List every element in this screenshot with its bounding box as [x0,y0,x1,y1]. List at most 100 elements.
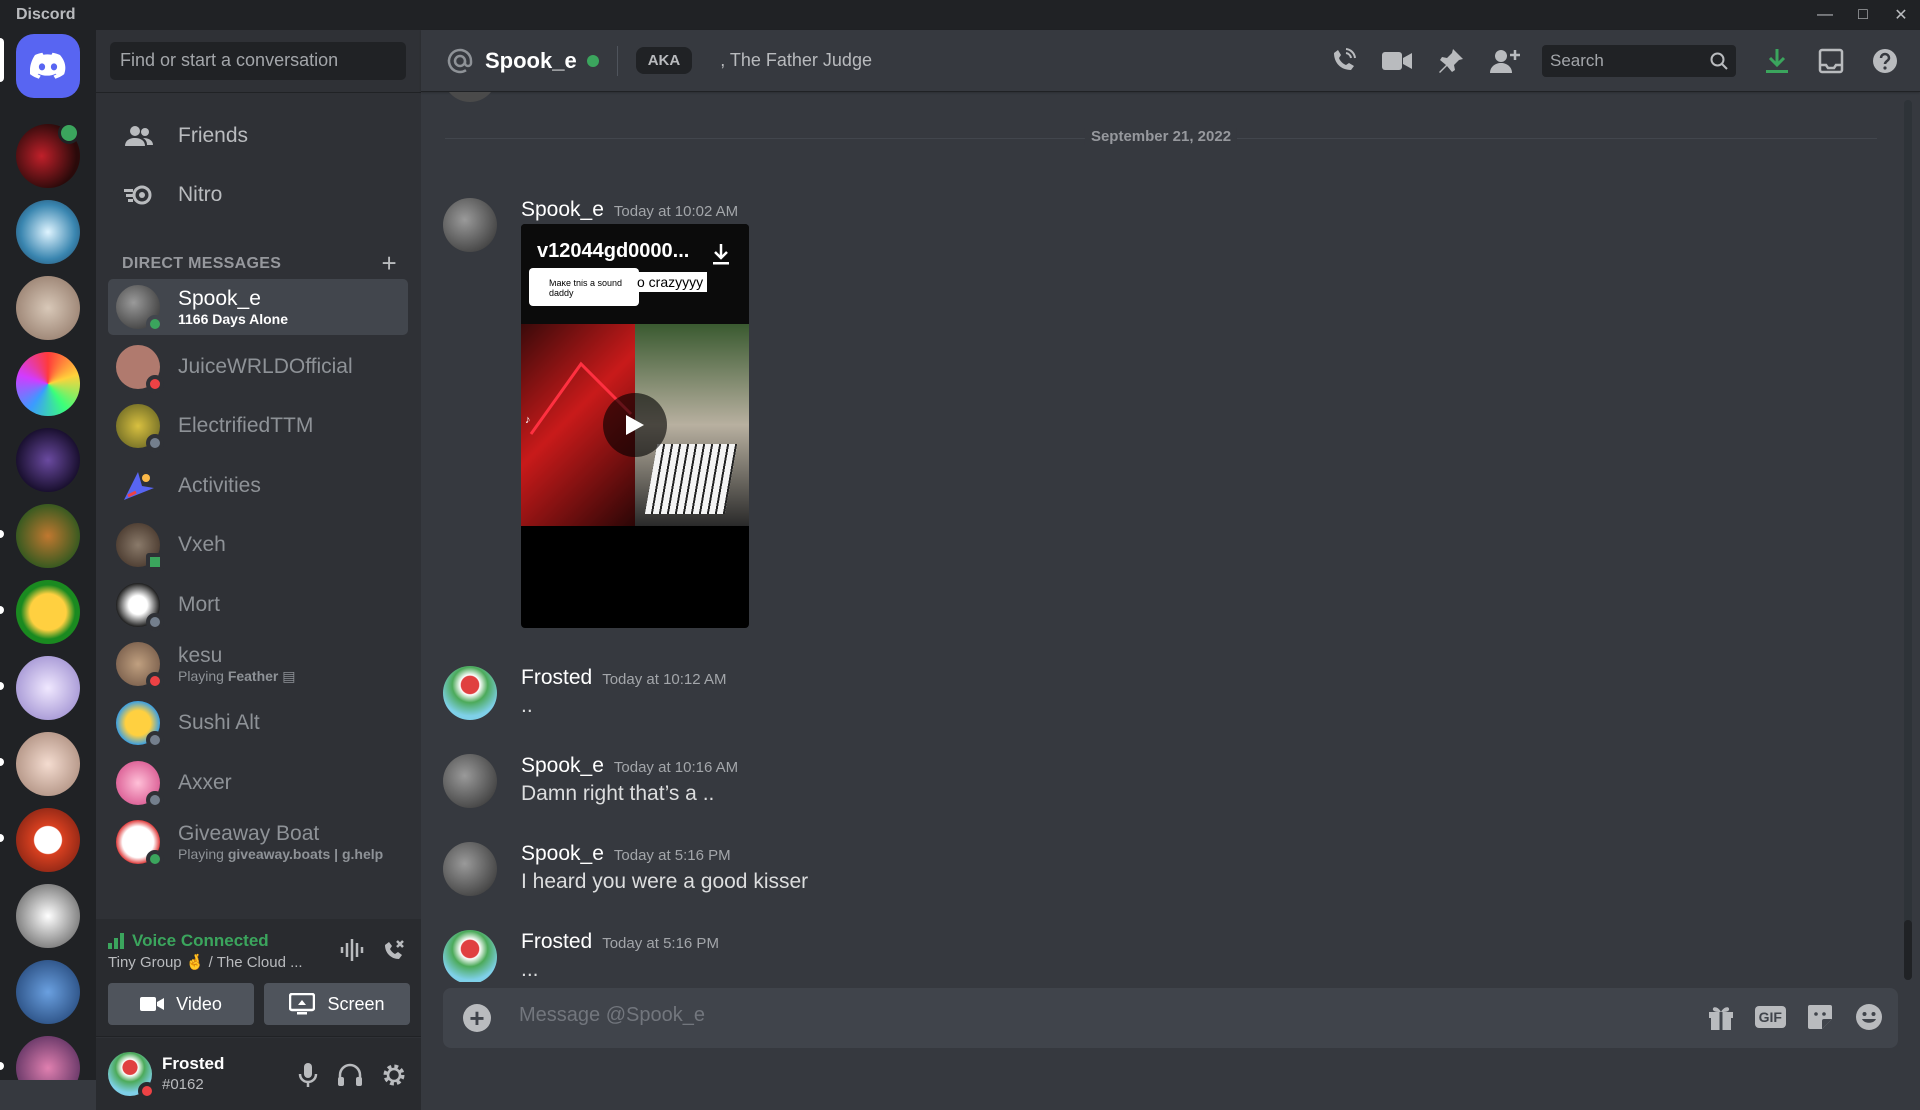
voice-status-label: Voice Connected [132,931,269,950]
server-icon[interactable] [16,960,80,1024]
message-author[interactable]: Frosted [521,666,592,690]
dm-item[interactable]: Activities [108,458,408,514]
avatar [116,404,164,452]
dm-item[interactable]: Giveaway Boat Playing giveaway.boats | g.… [108,814,408,870]
attach-plus-icon[interactable]: + [463,1003,491,1033]
microphone-icon[interactable] [297,1062,319,1088]
server-icon[interactable] [16,276,80,340]
rich-presence-icon: ▤ [282,668,296,684]
dm-item[interactable]: Sushi Alt [108,695,408,751]
server-icon[interactable] [16,504,80,568]
server-icon[interactable] [16,200,80,264]
server-icon[interactable] [16,1036,80,1080]
minimize-icon[interactable]: — [1806,0,1844,30]
server-icon[interactable] [16,808,80,872]
message-author[interactable]: Spook_e [521,754,604,778]
message-timestamp: Today at 10:16 AM [613,759,739,776]
screen-share-button[interactable]: Screen [264,983,410,1025]
activity-game: giveaway.boats | g.help [227,846,384,862]
message-avatar[interactable] [443,930,497,982]
aka-badge[interactable]: AKA [635,47,693,74]
maximize-icon[interactable]: □ [1844,0,1882,30]
search-icon [1710,52,1728,70]
find-conversation-button[interactable]: Find or start a conversation [110,42,406,80]
activity-prefix: Playing [178,846,228,862]
dm-activity: Playing giveaway.boats | g.help [178,846,383,862]
settings-gear-icon[interactable] [381,1062,407,1088]
dm-item[interactable]: JuiceWRLDOfficial [108,339,408,395]
message-timestamp: Today at 5:16 PM [602,935,719,952]
server-icon[interactable] [16,732,80,796]
video-call-icon[interactable] [1370,50,1424,72]
inbox-icon[interactable] [1804,48,1858,74]
tiktok-logo-icon: ♪ [525,414,531,426]
search-placeholder: Search [1550,51,1604,70]
discord-logo-icon [30,52,66,79]
dm-name: Giveaway Boat [178,822,320,845]
dm-item[interactable]: Axxer [108,755,408,811]
gif-button[interactable]: GIF [1754,1006,1786,1028]
dm-item[interactable]: ElectrifiedTTM [108,398,408,454]
dm-name: Activities [178,474,261,497]
dm-item[interactable]: Vxeh [108,517,408,573]
dm-name: Vxeh [178,533,226,556]
voice-call-icon[interactable] [1316,47,1370,75]
disconnect-icon[interactable] [381,937,407,963]
message-content: ... [521,958,539,981]
close-icon[interactable]: ✕ [1882,0,1920,30]
server-icon[interactable] [16,352,80,416]
video-attachment[interactable]: Make this a sound daddy o crazyyyy v1204… [521,224,749,628]
message-avatar[interactable] [443,198,497,252]
search-input[interactable]: Search [1542,45,1736,77]
scrollbar-thumb[interactable] [1904,920,1912,980]
create-dm-plus-icon[interactable]: + [382,248,397,279]
friends-label: Friends [178,124,249,147]
dm-item[interactable]: Mort [108,577,408,633]
activity-prefix: Playing [178,668,228,684]
message-avatar[interactable] [443,842,497,896]
nitro-nav[interactable]: Nitro [108,169,408,221]
download-icon[interactable] [711,242,731,271]
download-icon[interactable] [1750,47,1804,75]
dm-name: JuiceWRLDOfficial [178,355,353,378]
pinned-messages-icon[interactable] [1424,48,1478,74]
add-friend-icon[interactable] [1478,48,1532,74]
user-avatar[interactable] [108,1052,156,1100]
server-icon[interactable] [16,884,80,948]
screen-label: Screen [327,993,385,1014]
scrollbar[interactable] [1904,100,1912,980]
friends-nav[interactable]: Friends [108,110,408,162]
message-input[interactable]: Message @Spook_e [519,1004,705,1027]
emoji-icon[interactable] [1854,1002,1884,1032]
home-button[interactable] [16,34,80,98]
dm-item[interactable]: kesu Playing Feather ▤ [108,636,408,692]
voice-status[interactable]: Voice Connected [108,931,269,951]
header-username[interactable]: Spook_e [485,48,577,74]
dm-header-label: DIRECT MESSAGES [122,254,282,272]
user-panel: Frosted #0162 [96,1038,421,1110]
friends-icon [122,119,156,153]
server-icon[interactable] [16,428,80,492]
noise-suppression-icon[interactable] [339,937,365,963]
avatar [116,523,164,571]
server-icon[interactable] [16,580,80,644]
dm-header: DIRECT MESSAGES + [122,248,397,279]
play-button[interactable] [603,393,667,457]
video-button[interactable]: Video [108,983,254,1025]
server-icon[interactable] [16,656,80,720]
dm-item[interactable]: Spook_e 1166 Days Alone [108,279,408,335]
dm-sidebar: Find or start a conversation Friends Nit… [96,30,421,1110]
message-author[interactable]: Spook_e [521,842,604,866]
voice-channel-link[interactable]: Tiny Group 🤞 / The Cloud ... [108,953,303,971]
message-author[interactable]: Spook_e [521,198,604,222]
status-mobile [146,553,164,571]
headphones-icon[interactable] [337,1062,363,1088]
message-avatar[interactable] [443,754,497,808]
message-author[interactable]: Frosted [521,930,592,954]
help-icon[interactable] [1858,47,1912,75]
dm-name: kesu [178,644,223,667]
gift-icon[interactable] [1707,1003,1735,1031]
video-filename[interactable]: v12044gd0000... [537,240,689,263]
message-avatar[interactable] [443,666,497,720]
sticker-icon[interactable] [1806,1003,1834,1031]
